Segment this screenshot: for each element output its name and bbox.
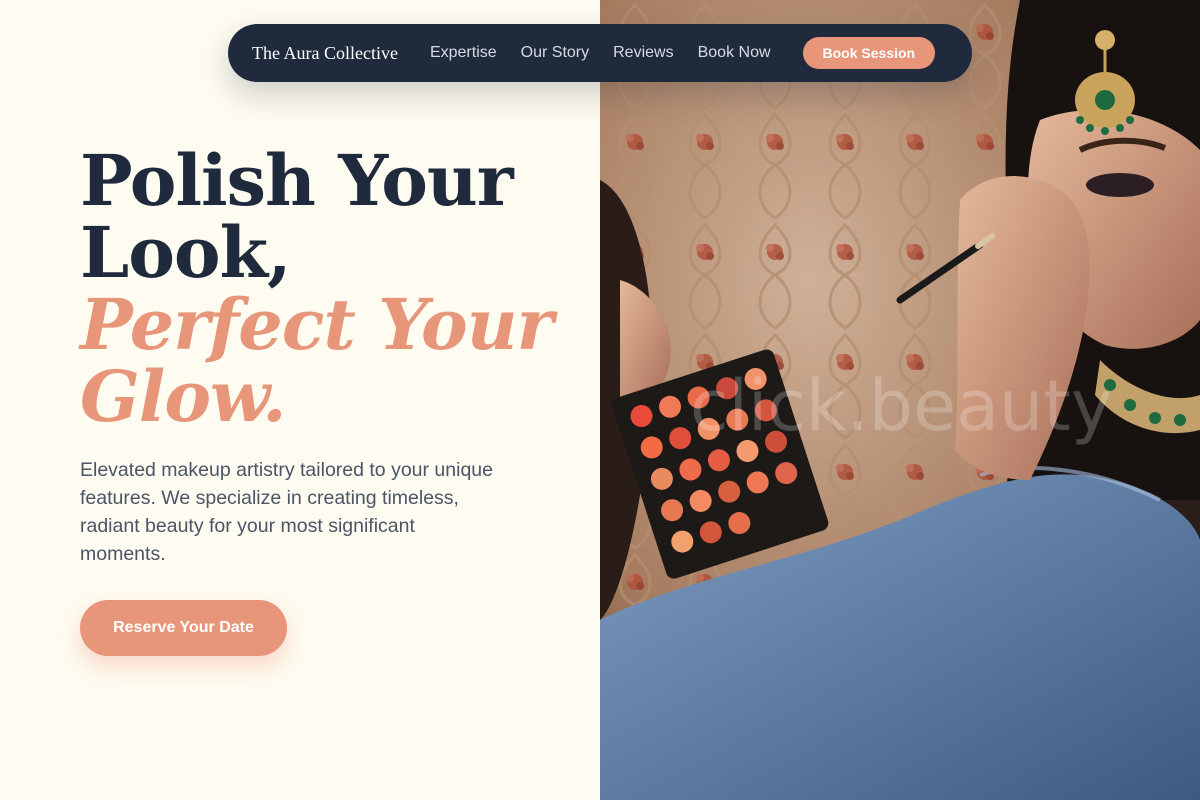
nav-link-expertise[interactable]: Expertise <box>430 44 497 62</box>
top-navigation: The Aura Collective Expertise Our Story … <box>228 24 972 82</box>
hero-line-1: Polish Your <box>80 139 514 222</box>
nav-links: Expertise Our Story Reviews Book Now <box>430 44 771 62</box>
hero-line-3: Perfect Your <box>80 283 553 366</box>
hero-description: Elevated makeup artistry tailored to you… <box>80 459 493 565</box>
reserve-date-button[interactable]: Reserve Your Date <box>80 600 287 656</box>
hero-line-4: Glow. <box>80 355 287 438</box>
hero-line-2: Look, <box>80 211 291 294</box>
nav-link-book-now[interactable]: Book Now <box>698 44 771 62</box>
nav-link-reviews[interactable]: Reviews <box>613 44 673 62</box>
makeup-artist-photo <box>600 0 1200 800</box>
hero-headline: Polish Your Look, Perfect Your Glow. <box>80 145 553 433</box>
brand-logo[interactable]: The Aura Collective <box>252 43 398 64</box>
book-session-button[interactable]: Book Session <box>802 37 936 69</box>
nav-link-our-story[interactable]: Our Story <box>521 44 589 62</box>
hero-photo: click.beauty <box>600 0 1200 800</box>
